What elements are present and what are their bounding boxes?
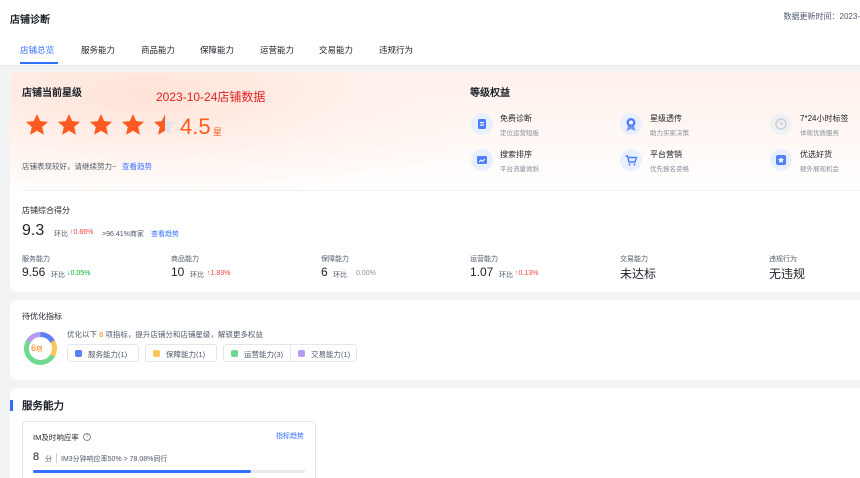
total-ratio-label: 环比 <box>54 231 68 238</box>
im-progress-track <box>33 470 305 473</box>
im-progress-fill <box>33 470 251 473</box>
metric-value: 6 <box>321 265 328 279</box>
tab-service[interactable]: 服务能力 <box>81 44 115 56</box>
benefit-title: 搜索排序 <box>500 150 532 159</box>
star-level-title: 店铺当前星级 <box>22 88 82 99</box>
benefit-title: 平台营销 <box>650 150 682 159</box>
metric-ratio-value: ↑1.83% <box>207 270 231 277</box>
metric-ratio-value: ↑0.13% <box>515 270 539 277</box>
active-tab-indicator <box>20 62 58 64</box>
total-score-value: 9.3 <box>22 222 45 239</box>
page-title: 店铺诊断 <box>10 15 50 26</box>
clock-tag-icon <box>770 113 792 135</box>
tab-guarantee[interactable]: 保障能力 <box>200 44 234 56</box>
diagnosis-icon <box>471 113 493 135</box>
optimize-desc: 优化以下 6 项指标，提升店铺分和店铺星级，解锁更多权益 <box>67 330 263 339</box>
metric-ratio-label: 环比 <box>190 272 204 279</box>
optimize-title: 待优化指标 <box>22 312 62 321</box>
star-hint: 店铺表现较好，请继续努力~ <box>22 162 117 171</box>
metric-ratio-value: ↓0.05% <box>67 270 91 277</box>
service-section: 服务能力 IM及时响应率 ? 指标趋势 8 分 IM3分钟响应率50% > 78… <box>10 388 860 478</box>
im-score: 8 <box>33 451 40 463</box>
tab-violation[interactable]: 违规行为 <box>379 44 413 56</box>
star-icon <box>57 113 81 135</box>
metric-value: 1.07 <box>470 265 494 279</box>
tab-trade[interactable]: 交易能力 <box>319 44 353 56</box>
cart-icon <box>620 149 642 171</box>
date-stamp: 2023-10-24店铺数据 <box>156 90 266 104</box>
benefit-title: 7*24小时标签 <box>800 114 849 123</box>
star-icon <box>121 113 145 135</box>
benefit-sub: 体现优质服务 <box>800 130 839 137</box>
tab-bar: 店铺总览 服务能力 商品能力 保障能力 运营能力 交易能力 违规行为 <box>0 34 860 66</box>
benefit-title: 星级透传 <box>650 114 682 123</box>
star-icon <box>89 113 113 135</box>
metric-label: 运营能力 <box>470 256 498 263</box>
half-star-icon <box>153 113 177 135</box>
section-accent-bar <box>10 400 13 411</box>
im-response-card: IM及时响应率 ? 指标趋势 8 分 IM3分钟响应率50% > 78.08%同… <box>22 421 316 478</box>
benefit-sub: 额外展现机会 <box>800 166 839 173</box>
top-bar: 店铺诊断 数据更新时间：2023- <box>0 0 860 34</box>
chip-trade[interactable]: 交易能力(1) <box>290 344 357 362</box>
star-icon <box>25 113 49 135</box>
im-title: IM及时响应率 <box>33 433 79 442</box>
metric-label: 违规行为 <box>769 256 797 263</box>
service-title: 服务能力 <box>22 400 64 412</box>
benefit-sub: 助力买家决策 <box>650 130 689 137</box>
metric-label: 商品能力 <box>171 256 199 263</box>
im-unit: 分 <box>45 456 52 463</box>
metric-ratio-label: 环比 <box>499 272 513 279</box>
metric-value: 9.56 <box>22 265 46 279</box>
medal-icon <box>620 113 642 135</box>
help-icon[interactable]: ? <box>83 433 91 441</box>
star-unit: 星 <box>213 127 223 137</box>
star-badge-icon <box>770 149 792 171</box>
separator <box>56 453 57 463</box>
total-ratio-value: ↑0.66% <box>70 229 94 236</box>
metric-value: 10 <box>171 265 185 279</box>
benefit-title: 优选好货 <box>800 150 832 159</box>
tab-overview[interactable]: 店铺总览 <box>20 44 54 56</box>
total-score-title: 店铺综合得分 <box>22 206 70 215</box>
tab-operation[interactable]: 运营能力 <box>260 44 294 56</box>
rights-title: 等级权益 <box>470 88 510 99</box>
metric-label: 保障能力 <box>321 256 349 263</box>
benefit-sub: 优先报名资格 <box>650 166 689 173</box>
tab-product[interactable]: 商品能力 <box>141 44 175 56</box>
optimize-count: 6项 <box>31 343 43 353</box>
im-desc: IM3分钟响应率50% > 78.08%同行 <box>61 456 168 463</box>
star-score: 4.5 <box>180 114 211 139</box>
benefit-sub: 定位运营短板 <box>500 130 539 137</box>
star-trend-link[interactable]: 查看趋势 <box>122 161 152 172</box>
total-beat-text: >96.41%商家 <box>102 231 144 238</box>
chip-operation[interactable]: 运营能力(3) <box>223 344 295 362</box>
metric-ratio-label: 环比 <box>51 272 65 279</box>
metric-value: 无违规 <box>769 267 806 281</box>
metric-trend-link[interactable]: 指标趋势 <box>276 431 304 441</box>
update-time: 数据更新时间：2023- <box>783 12 860 21</box>
metric-label: 交易能力 <box>620 256 648 263</box>
search-rank-icon <box>471 149 493 171</box>
benefit-sub: 平台流量倾斜 <box>500 166 539 173</box>
metric-label: 服务能力 <box>22 256 50 263</box>
optimize-card: 待优化指标 6项 优化以下 6 项指标，提升店铺分和店铺星级，解锁更多权益 服务… <box>10 300 860 380</box>
metric-ratio-label: 环比 <box>333 272 347 279</box>
chip-service[interactable]: 服务能力(1) <box>67 344 139 362</box>
total-trend-link[interactable]: 查看趋势 <box>151 229 179 239</box>
overview-card: 店铺当前星级 2023-10-24店铺数据 4.5 星 店铺表现较好，请继续努力… <box>10 72 860 292</box>
metric-value: 未达标 <box>620 267 657 281</box>
metric-ratio-value: 0.00% <box>356 270 376 277</box>
divider <box>22 190 860 191</box>
chip-guarantee[interactable]: 保障能力(1) <box>145 344 217 362</box>
benefit-title: 免费诊断 <box>500 114 532 123</box>
